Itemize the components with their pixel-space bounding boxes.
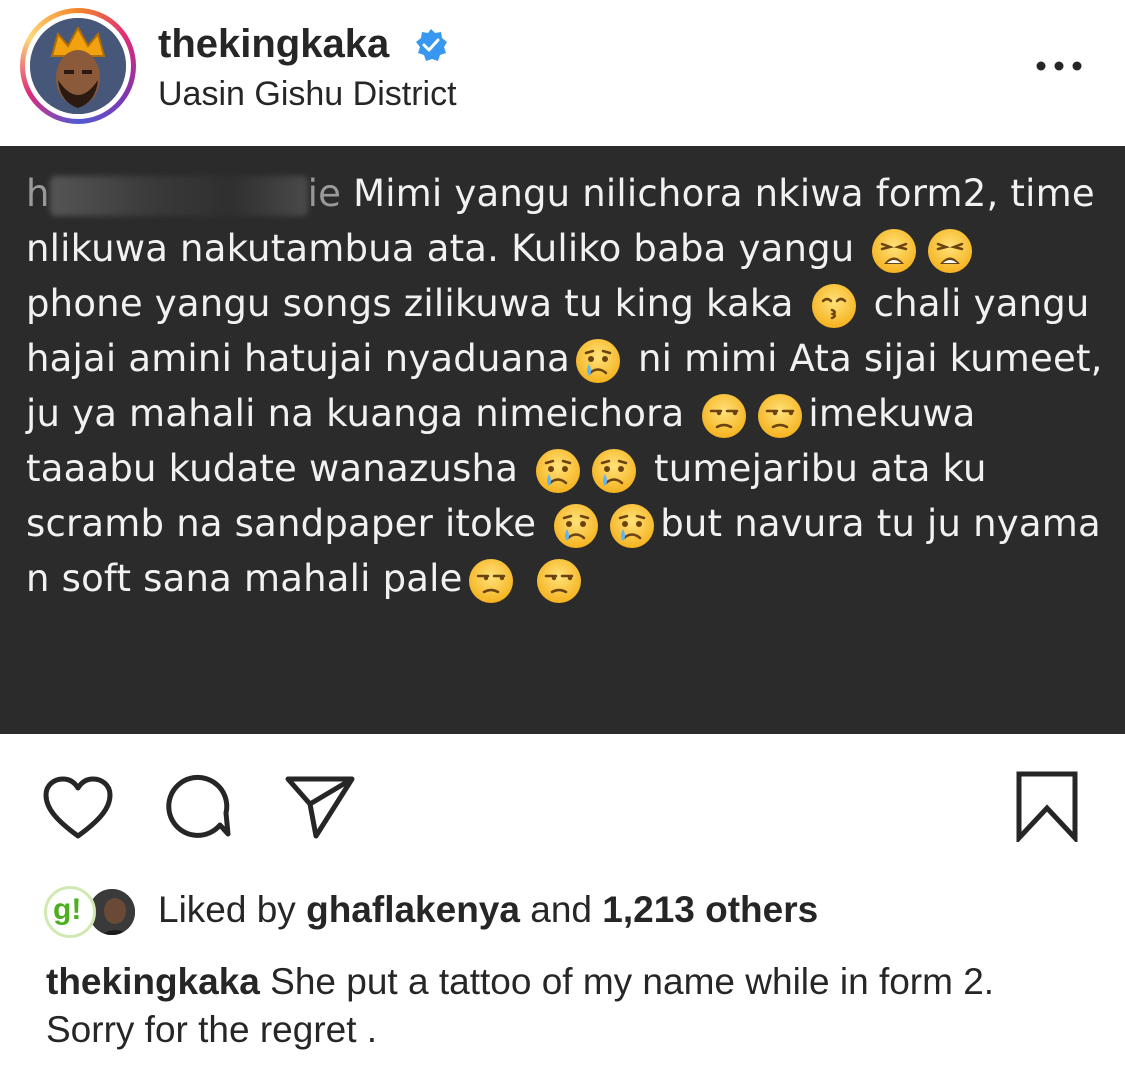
- crying-face-icon: [534, 447, 582, 495]
- liker-avatar: g!: [44, 886, 96, 938]
- avatar-illustration: [30, 18, 126, 114]
- crying-face-icon: [608, 502, 656, 550]
- blurred-username: [49, 175, 308, 216]
- liked-by-label: Liked by: [158, 889, 296, 930]
- unamused-face-icon: [467, 557, 515, 605]
- heart-icon[interactable]: [42, 776, 114, 840]
- unamused-face-icon: [756, 392, 804, 440]
- avatar: [30, 18, 126, 114]
- post-username[interactable]: thekingkaka: [158, 20, 389, 68]
- weary-face-icon: [870, 227, 918, 275]
- caption-username[interactable]: thekingkaka: [46, 961, 260, 1002]
- crying-face-icon: [552, 502, 600, 550]
- post-image[interactable]: h ie Mimi yangu nilichora nkiwa form2, ti…: [0, 146, 1125, 734]
- weary-face-icon: [926, 227, 974, 275]
- liker-username[interactable]: ghaflakenya: [306, 889, 520, 930]
- kissing-face-icon: [810, 282, 858, 330]
- ellipsis-icon[interactable]: [1034, 56, 1084, 76]
- blurred-handle-start: h: [26, 172, 50, 215]
- liker-avatar-logo: g!: [53, 893, 82, 926]
- bookmark-icon[interactable]: [1014, 770, 1080, 842]
- instagram-post: thekingkaka Uasin Gishu District h ie Mim…: [0, 0, 1125, 1065]
- post-location[interactable]: Uasin Gishu District: [158, 72, 457, 116]
- crying-face-icon: [590, 447, 638, 495]
- likes-row[interactable]: g! Liked by ghaflakenya and 1,213 others: [44, 878, 1104, 940]
- paper-plane-icon[interactable]: [284, 774, 356, 840]
- unamused-face-icon: [535, 557, 583, 605]
- post-action-bar: [0, 734, 1125, 864]
- crying-face-icon: [574, 337, 622, 385]
- blurred-handle-end: ie: [307, 172, 342, 215]
- likes-text: Liked by ghaflakenya and 1,213 others: [158, 882, 818, 938]
- post-header: thekingkaka Uasin Gishu District: [0, 0, 1125, 146]
- unamused-face-icon: [700, 392, 748, 440]
- likes-and-label: and: [530, 889, 592, 930]
- verified-badge-icon: [416, 29, 447, 61]
- comment-screenshot-text: h ie Mimi yangu nilichora nkiwa form2, ti…: [26, 166, 1106, 606]
- post-caption: thekingkaka She put a tattoo of my name …: [46, 958, 1086, 1054]
- profile-avatar-ring[interactable]: [20, 8, 136, 124]
- comment-bubble-icon[interactable]: [164, 774, 232, 840]
- comment-segment: phone yangu songs zilikuwa tu king kaka: [26, 282, 794, 325]
- likes-count[interactable]: 1,213 others: [602, 889, 818, 930]
